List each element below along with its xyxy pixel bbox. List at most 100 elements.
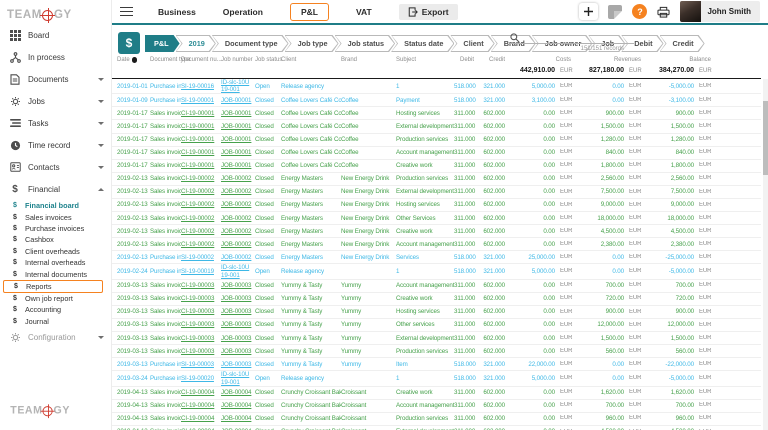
sidebar-item-purchase-invoices[interactable]: $ Purchase invoices <box>0 223 111 234</box>
table-row[interactable]: 2019-03-13 Sales invoice CI-19-00003 JOB… <box>112 280 761 293</box>
hamburger-menu-icon[interactable] <box>120 7 133 17</box>
job-number-link[interactable]: JOB-00001 <box>221 97 255 104</box>
document-number-link[interactable]: CI-19-00001 <box>181 136 221 143</box>
table-row[interactable]: 2019-02-13 Sales invoice CI-19-00002 JOB… <box>112 199 761 212</box>
job-number-link[interactable]: JOB-00001 <box>221 136 255 143</box>
search-input[interactable]: 151/151 records <box>510 31 634 52</box>
document-number-link[interactable]: CI-19-00003 <box>181 348 221 355</box>
nav-tab-business[interactable]: Business <box>158 7 196 17</box>
col-header-subject[interactable]: Subject <box>396 55 454 65</box>
table-row[interactable]: 2019-01-09 Purchase invo... SI-19-00001 … <box>112 94 761 107</box>
document-number-link[interactable]: SI-19-00001 <box>181 97 221 104</box>
document-number-link[interactable]: CI-19-00003 <box>181 321 221 328</box>
filter-crumb[interactable]: Job status <box>335 35 396 52</box>
add-button[interactable] <box>579 3 598 20</box>
sidebar-item-contacts[interactable]: Contacts <box>0 156 111 178</box>
table-row[interactable]: 2019-02-24 Purchase invo... SI-19-00019 … <box>112 264 761 279</box>
document-number-link[interactable]: CI-19-00001 <box>181 162 221 169</box>
job-number-link[interactable]: JOB-00003 <box>221 335 255 342</box>
table-row[interactable]: 2019-02-13 Sales invoice CI-19-00002 JOB… <box>112 225 761 238</box>
col-header-revenues[interactable]: Revenues <box>574 55 644 65</box>
document-number-link[interactable]: CI-19-00004 <box>181 402 221 409</box>
document-number-link[interactable]: CI-19-00001 <box>181 149 221 156</box>
sidebar-item-journal[interactable]: $ Journal <box>0 316 111 327</box>
document-number-link[interactable]: CI-19-00002 <box>181 241 221 248</box>
col-header-document-number[interactable]: Document nu... <box>181 55 221 65</box>
sidebar-item-own-job-report[interactable]: $ Own job report <box>0 293 111 304</box>
table-row[interactable]: 2019-03-13 Sales invoice CI-19-00003 JOB… <box>112 319 761 332</box>
job-number-link[interactable]: JOB-00001 <box>221 162 255 169</box>
sidebar-item-tasks[interactable]: Tasks <box>0 112 111 134</box>
document-number-link[interactable]: CI-19-00002 <box>181 201 221 208</box>
table-row[interactable]: 2019-01-17 Sales invoice CI-19-00001 JOB… <box>112 134 761 147</box>
job-number-link[interactable]: JOB-00004 <box>221 415 255 422</box>
table-row[interactable]: 2019-03-13 Sales invoice CI-19-00003 JOB… <box>112 293 761 306</box>
sidebar-item-financial-board[interactable]: $ Financial board <box>0 200 111 211</box>
table-row[interactable]: 2019-04-13 Sales invoice CI-19-00004 JOB… <box>112 387 761 400</box>
sidebar-item-internal-documents[interactable]: $ Internal documents <box>0 268 111 279</box>
job-number-link[interactable]: JOB-00003 <box>221 295 255 302</box>
filter-crumb[interactable]: Job type <box>285 35 339 52</box>
job-number-link[interactable]: JOB-00004 <box>221 389 255 396</box>
filter-crumb[interactable]: Client <box>450 35 494 52</box>
document-number-link[interactable]: SI-19-00020 <box>181 375 221 382</box>
vertical-scrollbar[interactable] <box>763 79 768 430</box>
job-number-link[interactable]: JOB-00002 <box>221 175 255 182</box>
job-number-link[interactable]: ID-slc-10U19-001 <box>221 371 255 385</box>
table-row[interactable]: 2019-01-17 Sales invoice CI-19-00001 JOB… <box>112 160 761 173</box>
job-number-link[interactable]: JOB-00003 <box>221 321 255 328</box>
document-number-link[interactable]: CI-19-00003 <box>181 295 221 302</box>
table-row[interactable]: 2019-01-17 Sales invoice CI-19-00001 JOB… <box>112 120 761 133</box>
job-number-link[interactable]: JOB-00002 <box>221 254 255 261</box>
filter-crumb[interactable]: Document type <box>212 35 289 52</box>
filter-crumb[interactable]: 2019 <box>176 35 216 52</box>
document-number-link[interactable]: SI-19-00019 <box>181 268 221 275</box>
job-number-link[interactable]: JOB-00001 <box>221 123 255 130</box>
col-header-document-type[interactable]: Document type <box>150 55 181 65</box>
document-number-link[interactable]: CI-19-00003 <box>181 282 221 289</box>
document-number-link[interactable]: CI-19-00001 <box>181 110 221 117</box>
job-number-link[interactable]: JOB-00003 <box>221 282 255 289</box>
job-number-link[interactable]: JOB-00002 <box>221 215 255 222</box>
job-number-link[interactable]: JOB-00004 <box>221 402 255 409</box>
sidebar-item-jobs[interactable]: Jobs <box>0 90 111 112</box>
col-header-date[interactable]: Date <box>117 55 150 65</box>
job-number-link[interactable]: JOB-00002 <box>221 201 255 208</box>
document-number-link[interactable]: CI-19-00002 <box>181 175 221 182</box>
document-number-link[interactable]: CI-19-00004 <box>181 415 221 422</box>
job-number-link[interactable]: ID-slc-10U19-001 <box>221 264 255 278</box>
document-number-link[interactable]: CI-19-00001 <box>181 123 221 130</box>
document-number-link[interactable]: CI-19-00002 <box>181 228 221 235</box>
table-row[interactable]: 2019-04-13 Sales invoice CI-19-00004 JOB… <box>112 400 761 413</box>
document-number-link[interactable]: CI-19-00002 <box>181 215 221 222</box>
nav-tab-vat[interactable]: VAT <box>356 7 372 17</box>
table-row[interactable]: 2019-04-13 Sales invoice CI-19-00004 JOB… <box>112 426 761 430</box>
job-number-link[interactable]: JOB-00001 <box>221 149 255 156</box>
table-row[interactable]: 2019-02-13 Sales invoice CI-19-00002 JOB… <box>112 173 761 186</box>
filter-crumb[interactable]: Credit <box>660 35 705 52</box>
table-row[interactable]: 2019-02-13 Sales invoice CI-19-00002 JOB… <box>112 238 761 251</box>
table-row[interactable]: 2019-03-13 Sales invoice CI-19-00003 JOB… <box>112 345 761 358</box>
sidebar-item-in-process[interactable]: In process <box>0 46 111 68</box>
document-number-link[interactable]: CI-19-00003 <box>181 335 221 342</box>
nav-tab-operation[interactable]: Operation <box>223 7 263 17</box>
table-row[interactable]: 2019-04-13 Sales invoice CI-19-00004 JOB… <box>112 413 761 426</box>
col-header-client[interactable]: Client <box>281 55 341 65</box>
col-header-credit[interactable]: Credit <box>477 55 508 65</box>
sidebar-item-sales-invoices[interactable]: $ Sales invoices <box>0 211 111 222</box>
table-row[interactable]: 2019-02-13 Sales invoice CI-19-00002 JOB… <box>112 186 761 199</box>
job-number-link[interactable]: JOB-00003 <box>221 361 255 368</box>
job-number-link[interactable]: JOB-00003 <box>221 308 255 315</box>
sidebar-item-documents[interactable]: Documents <box>0 68 111 90</box>
sidebar-item-configuration[interactable]: Configuration <box>0 327 111 349</box>
document-number-link[interactable]: CI-19-00004 <box>181 389 221 396</box>
table-row[interactable]: 2019-02-13 Purchase invo... SI-19-00002 … <box>112 251 761 264</box>
table-row[interactable]: 2019-03-13 Purchase invo... SI-19-00003 … <box>112 358 761 371</box>
notes-icon[interactable] <box>608 5 622 19</box>
filter-crumb[interactable]: P&L <box>145 35 180 52</box>
filter-crumb[interactable]: Status date <box>391 35 454 52</box>
table-row[interactable]: 2019-03-13 Sales invoice CI-19-00003 JOB… <box>112 306 761 319</box>
document-number-link[interactable]: CI-19-00003 <box>181 308 221 315</box>
col-header-balance[interactable]: Balance <box>644 55 714 65</box>
table-row[interactable]: 2019-03-13 Sales invoice CI-19-00003 JOB… <box>112 332 761 345</box>
